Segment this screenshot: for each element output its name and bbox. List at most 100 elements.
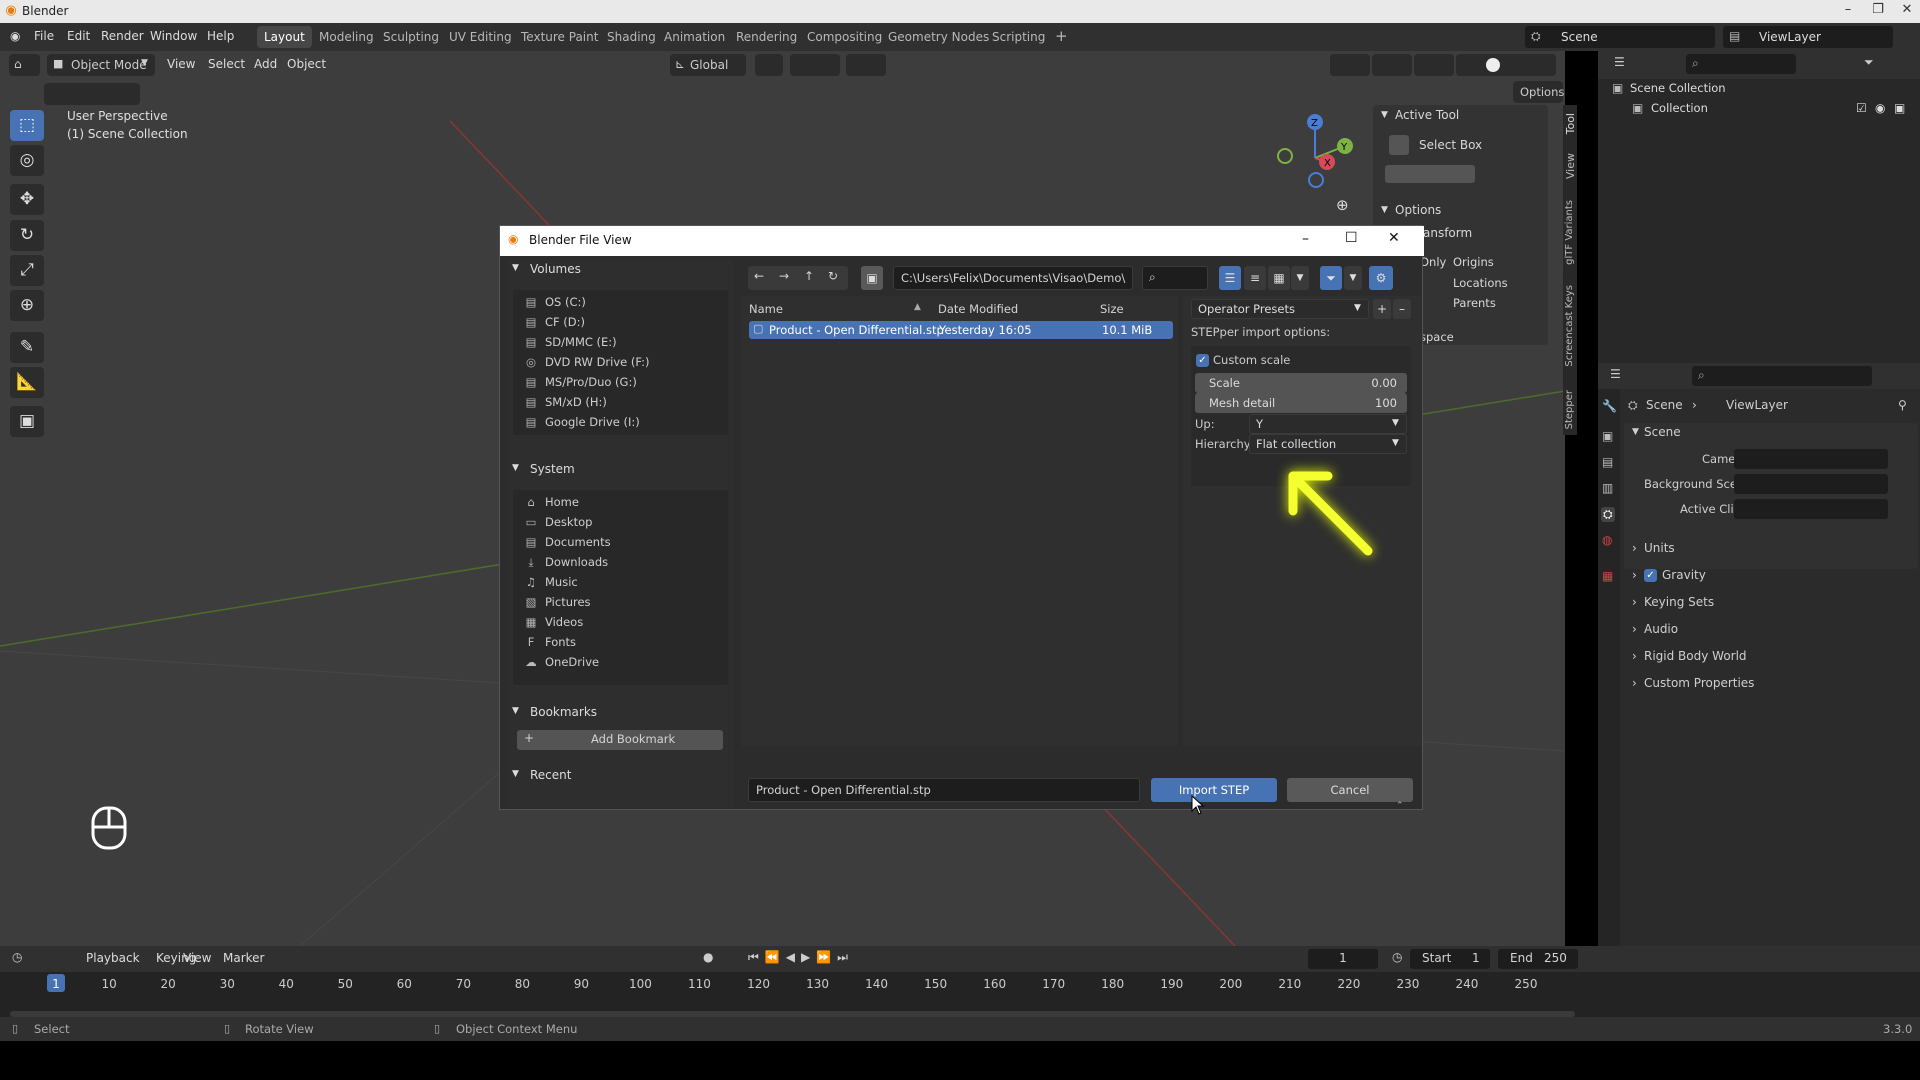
system-documents[interactable]: ▤ Documents — [523, 535, 611, 555]
proportional-edit-icon[interactable] — [846, 54, 886, 76]
scene-panel-header[interactable]: Scene — [1644, 425, 1681, 439]
timeline-editor-icon[interactable]: ◷ — [12, 950, 22, 964]
volume-g[interactable]: ▤ MS/Pro/Duo (G:) — [523, 375, 637, 395]
rotate-tool-icon[interactable]: ↻ — [10, 220, 44, 251]
tab-sculpting[interactable]: Sculpting — [376, 26, 446, 48]
tab-stepper[interactable]: Stepper — [1564, 390, 1575, 429]
add-preset-icon[interactable]: + — [1373, 299, 1391, 319]
filter-icon[interactable]: ⏷ — [1864, 55, 1874, 70]
end-frame-field[interactable]: End 250 — [1498, 949, 1578, 969]
back-icon[interactable]: ← — [754, 269, 764, 283]
camera-icon[interactable]: ▣ — [1894, 101, 1905, 115]
hierarchy-dropdown[interactable]: Flat collection ▼ — [1249, 434, 1407, 454]
scale-tool-icon[interactable]: ⤢ — [10, 255, 44, 286]
scale-slider[interactable]: Scale 0.00 — [1195, 373, 1407, 393]
outliner-scene-collection[interactable]: Scene Collection — [1630, 81, 1726, 95]
outliner-editor-icon[interactable]: ☰ — [1614, 55, 1625, 69]
column-size[interactable]: Size — [1100, 302, 1124, 316]
thumbnail-view-icon[interactable]: ▦ — [1268, 266, 1290, 290]
zoom-icon[interactable]: ⊕ — [1336, 196, 1349, 214]
recent-header[interactable]: ▼ Recent — [508, 766, 733, 790]
volume-h[interactable]: ▤ SM/xD (H:) — [523, 395, 607, 415]
forward-icon[interactable]: → — [779, 269, 789, 283]
menu-help[interactable]: Help — [207, 29, 234, 43]
list-view-icon[interactable]: ☰ — [1219, 266, 1241, 290]
bookmarks-header[interactable]: ▼ Bookmarks — [508, 703, 733, 727]
add-workspace-icon[interactable]: + — [1048, 26, 1075, 48]
shading-modes[interactable] — [1456, 54, 1556, 76]
minimize-icon[interactable]: – — [1839, 2, 1857, 20]
chevron-down-icon[interactable]: ▼ — [1344, 266, 1362, 290]
tab-gltf-variants[interactable]: glTF Variants — [1564, 200, 1575, 265]
tool-tab-icon[interactable]: 🔧 — [1602, 399, 1617, 413]
orientation-selector[interactable]: ⊾ Global — [670, 54, 746, 76]
select-box-tool-icon[interactable]: ⬚ — [10, 110, 44, 141]
system-fonts[interactable]: F Fonts — [523, 635, 576, 655]
start-frame-field[interactable]: Start 1 — [1410, 949, 1490, 969]
origins-label[interactable]: Origins — [1453, 255, 1494, 269]
file-search-input[interactable]: ⌕ — [1142, 266, 1208, 290]
view-layer-tab-icon[interactable]: ▥ — [1602, 481, 1613, 495]
visibility-icon[interactable] — [1330, 54, 1370, 76]
options-button[interactable]: Options — [1513, 81, 1564, 103]
audio-section[interactable]: › Audio — [1624, 620, 1918, 640]
remove-preset-icon[interactable]: – — [1393, 299, 1411, 319]
system-desktop[interactable]: ▭ Desktop — [523, 515, 593, 535]
system-home[interactable]: ⌂ Home — [523, 495, 579, 515]
close-icon[interactable]: ✕ — [1898, 2, 1916, 20]
editor-type-button[interactable]: ⌂ — [9, 54, 40, 76]
scene-tab-icon[interactable]: ⛭ — [1601, 507, 1615, 522]
minimize-icon[interactable]: – — [1302, 231, 1309, 247]
tab-tool[interactable]: Tool — [1564, 113, 1577, 134]
timeline-menu-view[interactable]: View — [183, 951, 211, 965]
timeline-menu-marker[interactable]: Marker — [223, 951, 264, 965]
menu-edit[interactable]: Edit — [67, 29, 90, 43]
close-icon[interactable]: ✕ — [1388, 230, 1400, 246]
viewport-menu-select[interactable]: Select — [208, 57, 245, 71]
cursor-tool-icon[interactable]: ◎ — [10, 145, 44, 176]
outliner-collection[interactable]: Collection — [1651, 101, 1708, 115]
column-date[interactable]: Date Modified — [938, 302, 1018, 316]
horizontal-view-icon[interactable]: ≡ — [1244, 266, 1266, 290]
record-icon[interactable]: ● — [703, 950, 713, 964]
scene-selector[interactable]: ⛭ Scene — [1525, 26, 1715, 48]
system-pictures[interactable]: ▧ Pictures — [523, 595, 591, 615]
path-field[interactable]: C:\Users\Felix\Documents\Visao\Demo\ — [893, 266, 1133, 290]
resize-handle-icon[interactable]: ⌃ — [1396, 801, 1404, 811]
system-videos[interactable]: ▦ Videos — [523, 615, 584, 635]
units-section[interactable]: › Units — [1624, 539, 1918, 559]
volume-f[interactable]: ◎ DVD RW Drive (F:) — [523, 355, 650, 375]
tab-screencast-keys[interactable]: Screencast Keys — [1564, 285, 1575, 367]
add-bookmark-button[interactable]: + Add Bookmark — [517, 730, 723, 750]
playback-controls[interactable]: ⏮⏪◀▶⏩⏭ — [748, 950, 854, 965]
import-step-button[interactable]: Import STEP — [1151, 778, 1277, 802]
options-header[interactable]: Options — [1395, 203, 1441, 217]
active-tool-header[interactable]: Active Tool — [1395, 108, 1459, 122]
mesh-detail-slider[interactable]: Mesh detail 100 — [1195, 393, 1407, 413]
texture-tab-icon[interactable]: ▦ — [1602, 569, 1613, 583]
world-tab-icon[interactable]: ◍ — [1602, 533, 1612, 547]
sort-ascending-icon[interactable]: ▲ — [914, 302, 921, 312]
keying-sets-section[interactable]: › Keying Sets — [1624, 593, 1918, 613]
properties-search-input[interactable]: ⌕ — [1692, 366, 1872, 386]
volume-e[interactable]: ▤ SD/MMC (E:) — [523, 335, 617, 355]
maximize-icon[interactable]: ☐ — [1345, 230, 1358, 246]
viewlayer-selector[interactable]: ▤ ViewLayer — [1723, 26, 1893, 48]
mode-selector[interactable]: ■ Object Mode ▼ — [47, 54, 155, 76]
system-header[interactable]: ▼ System — [508, 460, 733, 484]
rigid-body-section[interactable]: › Rigid Body World — [1624, 647, 1918, 667]
selection-mode-buttons[interactable] — [44, 83, 140, 105]
file-row[interactable]: ▢ Product - Open Differential.stp Yester… — [749, 321, 1173, 339]
parent-directory-icon[interactable]: ↑ — [804, 269, 814, 283]
locations-label[interactable]: Locations — [1453, 276, 1508, 290]
volumes-header[interactable]: ▼ Volumes — [508, 260, 733, 284]
tab-uv-editing[interactable]: UV Editing — [442, 26, 519, 48]
eye-icon[interactable]: ◉ — [1875, 101, 1885, 115]
gizmo-toggle-icon[interactable] — [1372, 54, 1412, 76]
transform-tool-icon[interactable]: ⊕ — [10, 290, 44, 321]
tab-view[interactable]: View — [1564, 153, 1577, 179]
solid-shading-icon[interactable] — [1486, 58, 1500, 72]
viewport-menu-object[interactable]: Object — [287, 57, 326, 71]
blender-menu-icon[interactable]: ◉ — [10, 29, 20, 43]
add-cube-tool-icon[interactable]: ▣ — [10, 406, 44, 437]
